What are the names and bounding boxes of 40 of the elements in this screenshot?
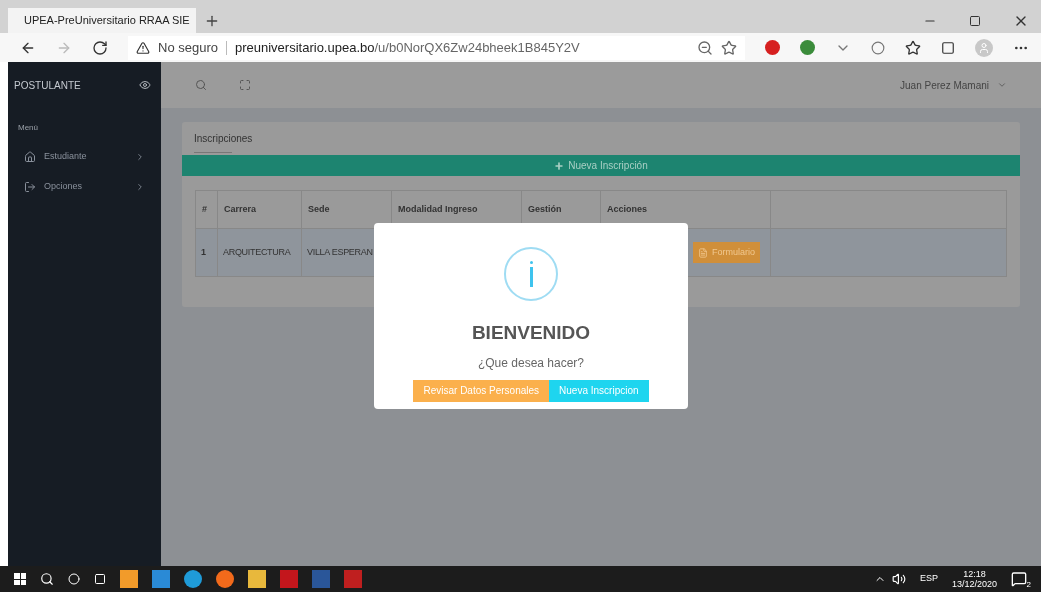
notification-count: 2 [1026,579,1031,591]
menu-label: Menú [17,122,39,134]
reload-icon[interactable] [92,39,108,56]
zoom-icon[interactable] [697,39,713,56]
warning-icon [136,40,150,55]
column-header: Carrera [217,190,302,229]
clock-time[interactable]: 12:18 [963,569,986,579]
table-cell: VILLA ESPERAN [307,246,373,257]
maximize-icon[interactable] [969,14,981,27]
sidebar-item[interactable]: Opciones [8,172,161,202]
address-bar[interactable]: No seguro preuniversitario.upea.bo/u/b0NorQX6Zw24bheek1B845Y2V [128,35,745,60]
language-indicator[interactable]: ESP [919,572,938,586]
dialog-message: ¿Que desea hacer? [477,354,585,372]
sidebar-title: POSTULANTE [14,78,81,93]
logout-icon [24,181,36,193]
browser-tab[interactable]: UPEA-PreUniversitario RRAA SIE [8,8,196,33]
table-cell: ARQUITECTURA [223,246,291,257]
clock-date[interactable]: 13/12/2020 [951,579,997,589]
new-tab-icon[interactable] [204,13,220,29]
home-icon [24,151,36,163]
chevron-right-icon [135,182,145,192]
eye-icon[interactable] [139,79,151,91]
table-cell: 1 [201,246,206,257]
column-header: # [195,190,218,229]
dialog-title: BIENVENIDO [471,321,591,345]
user-name[interactable]: Juan Perez Mamani [900,77,989,93]
favorite-icon[interactable] [721,39,737,56]
document-icon [698,247,708,258]
chevron-right-icon [135,152,145,162]
card-title: Inscripciones [194,132,253,146]
info-icon [504,247,558,301]
security-label: No seguro [158,38,218,57]
notification-icon[interactable] [1011,571,1027,587]
volume-icon[interactable] [891,572,906,586]
plus-icon [554,160,565,171]
windows-start-icon[interactable] [14,573,26,585]
search-icon[interactable] [40,572,54,586]
url-text: preuniversitario.upea.bo/u/b0NorQX6Zw24bheek1B845Y2V [235,38,580,57]
sidebar-item[interactable]: Estudiante [8,142,161,172]
fullscreen-icon[interactable] [239,79,251,91]
